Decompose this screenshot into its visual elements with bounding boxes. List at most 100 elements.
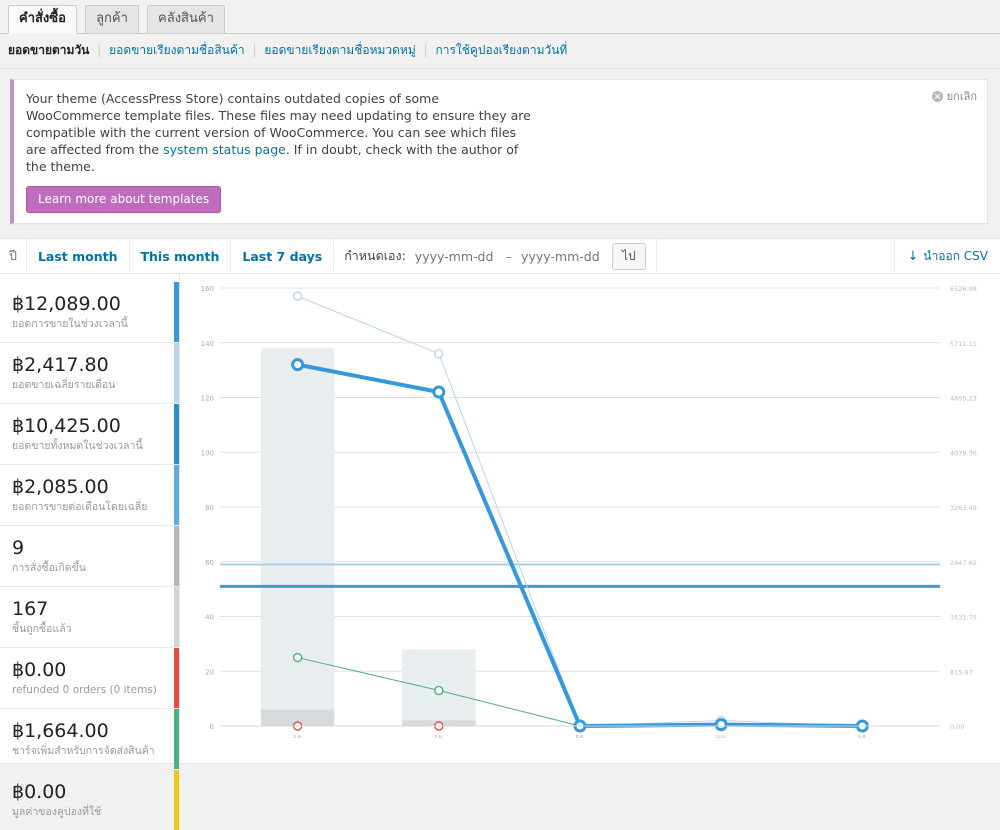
notice-text: Your theme (AccessPress Store) contains … [26, 90, 536, 175]
y-axis-tick: 80 [205, 504, 214, 512]
date-from-input[interactable] [412, 247, 499, 265]
legend-description: refunded 0 orders (0 items) [12, 684, 157, 696]
apply-range-button[interactable]: ไป [612, 242, 646, 270]
notice-dismiss-button[interactable]: ยกเลิก [931, 88, 977, 105]
legend-item-orders-placed[interactable]: 9 การสั่งซื้อเกิดขึ้น [0, 526, 179, 587]
y2-axis-tick: 0.00 [950, 723, 964, 731]
legend-description: ชาร์จเพิ่มสำหรับการจัดส่งสินค้า [12, 745, 155, 757]
legend-color-swatch [174, 648, 179, 708]
report-subnav: ยอดขายตามวัน | ยอดขายเรียงตามชื่อสินค้า … [0, 34, 1000, 69]
y-axis-tick: 40 [205, 614, 214, 622]
report-type-tabs: คำสั่งซื้อ ลูกค้า คลังสินค้า [0, 0, 1000, 34]
tab-stock[interactable]: คลังสินค้า [147, 5, 225, 33]
chart-point [714, 718, 728, 732]
range-button-last-month[interactable]: Last month [27, 239, 130, 273]
legend-color-swatch [174, 587, 179, 647]
export-csv-button[interactable]: ↓ นำออก CSV [894, 239, 1000, 273]
y2-axis-tick: 5711.11 [950, 340, 977, 348]
legend-value: ฿0.00 [12, 659, 67, 681]
y2-axis-tick: 6526.98 [950, 285, 977, 293]
legend-color-swatch [174, 526, 179, 586]
subnav-separator: | [97, 43, 102, 57]
legend-value: ฿12,089.00 [12, 293, 121, 315]
chart-bar [260, 348, 335, 726]
y2-axis-tick: 2447.62 [950, 559, 977, 567]
chart-line [297, 295, 863, 727]
legend-description: ยอดขายเฉลี่ยรายเดือน [12, 379, 116, 391]
y-axis-tick: 20 [205, 668, 214, 676]
custom-range-group: กำหนดเอง: – ไป [334, 239, 657, 273]
sales-chart-svg[interactable]: 0 0.00 20 815.87 40 1631.75 60 2447.62 80 3263.49… [180, 274, 1000, 764]
chart-point [292, 652, 303, 663]
y-axis-tick: 160 [201, 285, 214, 293]
range-button-last-7-days[interactable]: Last 7 days [231, 239, 335, 273]
legend-description: มูลค่าของคูปองที่ใช้ [12, 806, 102, 818]
legend-color-swatch [174, 404, 179, 464]
legend-description: การสั่งซื้อเกิดขึ้น [12, 562, 86, 574]
x-axis-tick: เม.ย. [716, 735, 726, 740]
legend-item-average-monthly-sales[interactable]: ฿2,417.80 ยอดขายเฉลี่ยรายเดือน [0, 343, 179, 404]
legend-color-swatch [174, 709, 179, 769]
legend-item-coupons-value[interactable]: ฿0.00 มูลค่าของคูปองที่ใช้ [0, 770, 179, 830]
y2-axis-tick: 1631.75 [950, 614, 977, 622]
subnav-item-sales-by-date[interactable]: ยอดขายตามวัน [8, 43, 89, 57]
close-icon [931, 91, 943, 102]
legend-color-swatch [174, 465, 179, 525]
x-axis-tick: พ.ค. [858, 734, 867, 740]
subnav-item-coupons-by-date[interactable]: การใช้คูปองเรียงตามวันที่ [435, 43, 567, 57]
legend-item-gross-sales[interactable]: ฿10,425.00 ยอดขายทั้งหมดในช่วงเวลานี้ [0, 404, 179, 465]
learn-more-templates-button[interactable]: Learn more about templates [26, 186, 222, 213]
system-status-page-link[interactable]: system status page [163, 142, 286, 157]
x-axis-tick: ม.ค. [293, 735, 302, 740]
legend-value: ฿10,425.00 [12, 415, 121, 437]
legend-item-shipping-charged[interactable]: ฿1,664.00 ชาร์จเพิ่มสำหรับการจัดส่งสินค้… [0, 709, 179, 770]
legend-value: 9 [12, 537, 25, 559]
legend-color-swatch [174, 343, 179, 403]
legend-value: ฿1,664.00 [12, 720, 109, 742]
legend-description: ชิ้นถูกซื้อแล้ว [12, 623, 72, 635]
subnav-item-sales-by-category[interactable]: ยอดขายเรียงตามชื่อหมวดหมู่ [264, 43, 415, 57]
x-axis-tick: มี.ค. [576, 734, 585, 740]
date-to-input[interactable] [519, 247, 606, 265]
range-button-this-month[interactable]: This month [130, 239, 232, 273]
chart-point [434, 685, 444, 696]
chart-point [432, 385, 446, 399]
export-csv-label: นำออก CSV [923, 248, 988, 263]
chart-legend-panel: ฿12,089.00 ยอดการขายในช่วงเวลานี้ ฿2,417… [0, 274, 180, 830]
tab-customers[interactable]: ลูกค้า [85, 5, 139, 33]
legend-description: ยอดการขายในช่วงเวลานี้ [12, 318, 128, 330]
legend-item-average-monthly-gross[interactable]: ฿2,085.00 ยอดการขายต่อเดือนโดยเฉลี่ย [0, 465, 179, 526]
custom-range-label: กำหนดเอง: [344, 248, 406, 263]
legend-item-refunded[interactable]: ฿0.00 refunded 0 orders (0 items) [0, 648, 179, 709]
chart-point [434, 348, 444, 359]
subnav-separator: | [423, 43, 428, 57]
subnav-item-sales-by-product[interactable]: ยอดขายเรียงตามชื่อสินค้า [109, 43, 245, 57]
legend-value: ฿2,085.00 [12, 476, 109, 498]
report-body: ฿12,089.00 ยอดการขายในช่วงเวลานี้ ฿2,417… [0, 274, 1000, 830]
legend-item-items-purchased[interactable]: 167 ชิ้นถูกซื้อแล้ว [0, 587, 179, 648]
legend-item-net-sales[interactable]: ฿12,089.00 ยอดการขายในช่วงเวลานี้ [0, 282, 179, 343]
range-button-year[interactable]: ปี [0, 239, 27, 273]
subnav-separator: | [252, 43, 257, 57]
sales-chart[interactable]: 0 0.00 20 815.87 40 1631.75 60 2447.62 80 3263.49… [180, 274, 1000, 763]
y-axis-tick: 140 [201, 340, 214, 348]
tab-orders[interactable]: คำสั่งซื้อ [8, 5, 77, 34]
download-icon: ↓ [907, 248, 919, 264]
legend-value: 167 [12, 598, 49, 620]
y2-axis-tick: 4079.36 [950, 449, 977, 457]
legend-description: ยอดการขายต่อเดือนโดยเฉลี่ย [12, 501, 148, 513]
legend-description: ยอดขายทั้งหมดในช่วงเวลานี้ [12, 440, 143, 452]
legend-value: ฿0.00 [12, 781, 67, 803]
y-axis-tick: 120 [201, 395, 214, 403]
notice-dismiss-label: ยกเลิก [946, 90, 977, 103]
chart-point [291, 358, 305, 372]
y-axis-tick: 0 [210, 723, 214, 731]
legend-value: ฿2,417.80 [12, 354, 109, 376]
chart-line [295, 362, 865, 728]
legend-color-swatch [174, 770, 179, 830]
y-axis-tick: 100 [201, 449, 214, 457]
x-axis-tick: ก.พ. [435, 734, 444, 740]
y2-axis-tick: 815.87 [950, 668, 973, 676]
y2-axis-tick: 4895.23 [950, 395, 977, 403]
chart-point [292, 291, 303, 301]
